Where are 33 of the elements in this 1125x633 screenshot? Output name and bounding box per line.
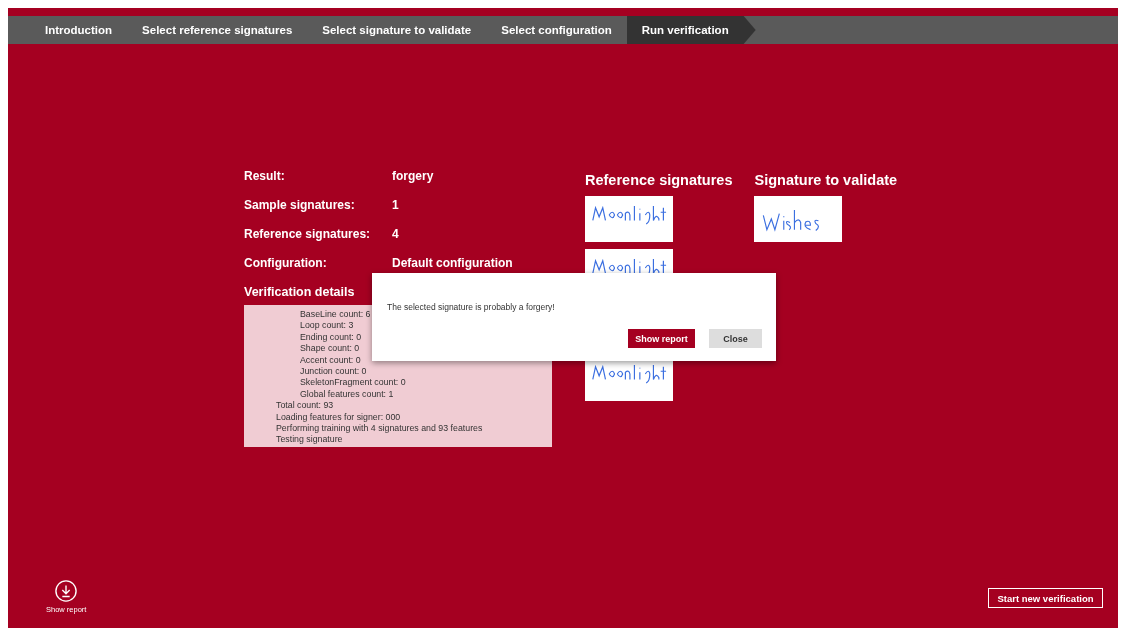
- summary-label: Configuration:: [244, 255, 328, 271]
- log-line: Loading features for signer: 000: [276, 411, 402, 424]
- summary-label: Result:: [244, 168, 286, 184]
- wizard-step[interactable]: Select reference signatures: [127, 16, 308, 44]
- summary-value: 4: [392, 226, 400, 242]
- log-line: BaseLine count: 6: [300, 309, 372, 321]
- log-line: SkeletonFragment count: 0: [300, 377, 407, 389]
- summary-label: Reference signatures:: [244, 226, 372, 242]
- section-heading: Verification details: [244, 285, 356, 299]
- start-new-verification-button[interactable]: Start new verification: [988, 588, 1103, 608]
- wizard-step[interactable]: Select configuration: [486, 16, 627, 44]
- log-line: Total count: 93: [276, 400, 335, 412]
- dialog-button[interactable]: Close: [709, 329, 762, 348]
- log-line: Testing signature: [276, 434, 344, 446]
- download-icon: [55, 580, 78, 602]
- log-line: Shape count: 0: [300, 343, 361, 355]
- log-line: Performing training with 4 signatures and 93 features: [276, 423, 484, 435]
- summary-value: Default configuration: [392, 255, 514, 271]
- summary-label: Sample signatures:: [244, 197, 356, 213]
- log-line: Global features count: 1: [300, 388, 395, 401]
- wizard-step[interactable]: Introduction: [30, 16, 128, 44]
- dialog-message: The selected signature is probably a forgery!: [387, 302, 556, 312]
- wizard-step[interactable]: Run verification: [626, 16, 756, 44]
- log-line: Ending count: 0: [300, 331, 363, 344]
- summary-value: forgery: [392, 168, 435, 184]
- log-line: Accent count: 0: [300, 354, 362, 367]
- summary-value: 1: [392, 197, 400, 213]
- wizard-step[interactable]: Select signature to validate: [307, 16, 487, 44]
- section-heading: Signature to validate: [754, 172, 898, 188]
- log-line: Loop count: 3: [300, 320, 355, 332]
- section-heading: Reference signatures: [585, 172, 733, 188]
- dialog-button[interactable]: Show report: [628, 329, 695, 348]
- log-line: Junction count: 0: [300, 366, 368, 378]
